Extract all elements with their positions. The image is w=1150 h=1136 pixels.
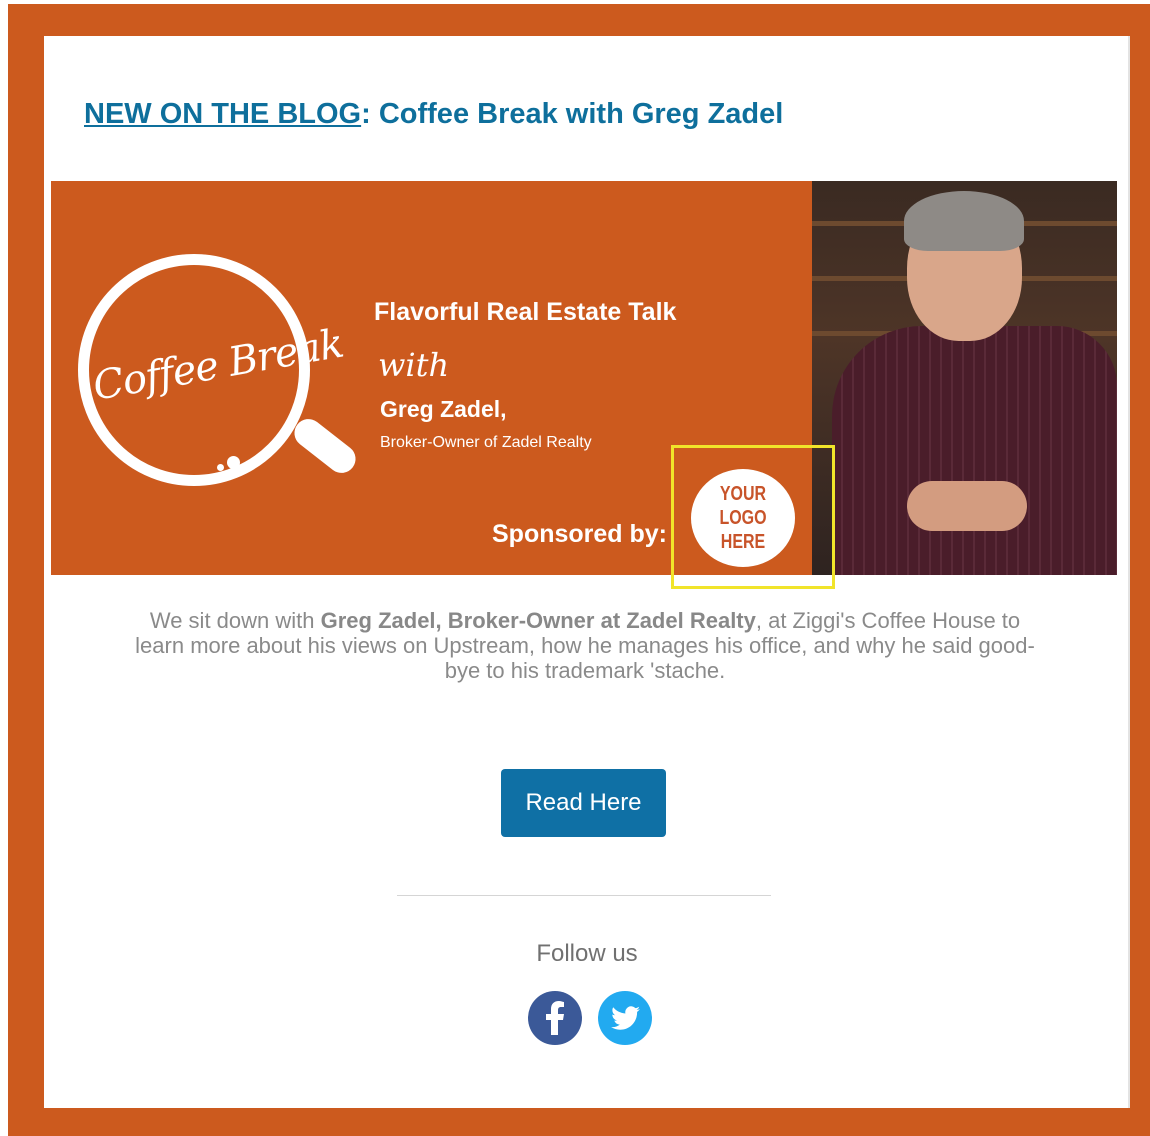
headline-title: Coffee Break with Greg Zadel <box>370 98 784 130</box>
cup-bubble-icon <box>227 456 240 469</box>
headline: NEW ON THE BLOG: Coffee Break with Greg … <box>84 98 783 131</box>
read-here-button[interactable]: Read Here <box>501 769 666 837</box>
guest-photo <box>812 181 1117 575</box>
sponsored-by-label: Sponsored by: <box>492 520 668 548</box>
banner-guest-role: Broker-Owner of Zadel Realty <box>380 434 592 451</box>
description-bold: Greg Zadel, Broker-Owner at Zadel Realty <box>320 608 756 633</box>
divider <box>397 895 771 896</box>
description-intro: We sit down with <box>149 608 321 633</box>
twitter-icon[interactable] <box>598 991 652 1045</box>
cup-bubble-small-icon <box>217 464 224 471</box>
sponsor-logo-placeholder: YOUR LOGO HERE <box>691 469 795 567</box>
headline-separator: : <box>361 98 371 130</box>
banner-guest-name: Greg Zadel, <box>380 396 507 422</box>
facebook-icon[interactable] <box>528 991 582 1045</box>
blog-link[interactable]: NEW ON THE BLOG <box>84 98 361 130</box>
article-description: We sit down with Greg Zadel, Broker-Owne… <box>130 608 1040 683</box>
follow-us-label: Follow us <box>536 940 638 967</box>
banner-title: Flavorful Real Estate Talk <box>374 298 677 326</box>
banner-with: with <box>378 346 450 384</box>
sponsor-logo-text: YOUR LOGO HERE <box>719 483 767 553</box>
